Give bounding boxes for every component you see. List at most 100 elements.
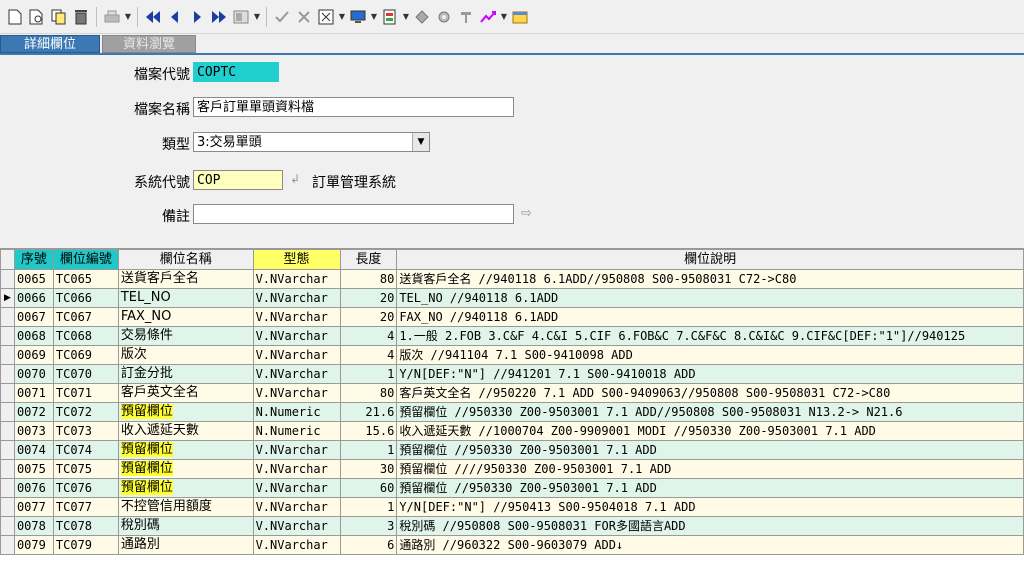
- cell-description[interactable]: 送貨客戶全名 //940118 6.1ADD//950808 S00-95080…: [396, 269, 1024, 289]
- table-row[interactable]: 0072 TC072 預留欄位 N.Numeric 21.6 預留欄位 //950330 …: [0, 402, 1024, 422]
- cell-seq[interactable]: 0074: [13, 440, 54, 460]
- cell-field-name[interactable]: 通路別: [117, 535, 254, 555]
- cell-seq[interactable]: 0079: [13, 535, 54, 555]
- cell-description[interactable]: 預留欄位 //950330 Z00-9503001 7.1 ADD: [396, 478, 1024, 498]
- table-row[interactable]: 0078 TC078 稅別碼 V.NVarchar 3 稅別碼 //950808 S00-…: [0, 516, 1024, 536]
- cell-type[interactable]: V.NVarchar: [252, 383, 341, 403]
- cell-type[interactable]: V.NVarchar: [252, 288, 341, 308]
- cell-description[interactable]: 預留欄位 //950330 Z00-9503001 7.1 ADD: [396, 440, 1024, 460]
- cell-field-name[interactable]: 預留欄位: [117, 478, 254, 498]
- cell-length[interactable]: 4: [339, 345, 398, 365]
- cell-field-no[interactable]: TC072: [52, 402, 119, 422]
- cell-field-name[interactable]: 訂金分批: [117, 364, 254, 384]
- table-row[interactable]: 0071 TC071 客戶英文全名 V.NVarchar 80 客戶英文全名 //9502…: [0, 383, 1024, 403]
- cell-seq[interactable]: 0066: [13, 288, 54, 308]
- cell-seq[interactable]: 0072: [13, 402, 54, 422]
- query-icon[interactable]: [315, 6, 337, 28]
- cell-field-name[interactable]: 預留欄位: [117, 459, 254, 479]
- cell-type[interactable]: N.Numeric: [252, 421, 341, 441]
- table-row[interactable]: 0073 TC073 收入遞延天數 N.Numeric 15.6 收入遞延天數 //100…: [0, 421, 1024, 441]
- cell-field-no[interactable]: TC065: [52, 269, 119, 289]
- cell-length[interactable]: 4: [339, 326, 398, 346]
- cell-field-name[interactable]: 客戶英文全名: [117, 383, 254, 403]
- next-record-icon[interactable]: [186, 6, 208, 28]
- chart-dropdown[interactable]: ▼: [499, 6, 509, 28]
- last-record-icon[interactable]: [208, 6, 230, 28]
- cell-length[interactable]: 80: [339, 383, 398, 403]
- cell-seq[interactable]: 0075: [13, 459, 54, 479]
- cell-type[interactable]: V.NVarchar: [252, 497, 341, 517]
- cell-length[interactable]: 1: [339, 440, 398, 460]
- print-icon[interactable]: [101, 6, 123, 28]
- cell-description[interactable]: 收入遞延天數 //1000704 Z00-9909001 MODI //9503…: [396, 421, 1024, 441]
- cell-field-no[interactable]: TC079: [52, 535, 119, 555]
- cell-field-name[interactable]: 版次: [117, 345, 254, 365]
- cell-description[interactable]: 版次 //941104 7.1 S00-9410098 ADD: [396, 345, 1024, 365]
- table-row[interactable]: 0069 TC069 版次 V.NVarchar 4 版次 //941104 7.1 S0…: [0, 345, 1024, 365]
- cell-description[interactable]: 通路別 //960322 S00-9603079 ADD↓: [396, 535, 1024, 555]
- cell-seq[interactable]: 0068: [13, 326, 54, 346]
- cell-field-no[interactable]: TC067: [52, 307, 119, 327]
- cell-field-name[interactable]: TEL_NO: [117, 288, 254, 308]
- cell-length[interactable]: 15.6: [339, 421, 398, 441]
- view-dropdown[interactable]: ▼: [252, 6, 262, 28]
- tools-icon[interactable]: [411, 6, 433, 28]
- header-field-name[interactable]: 欄位名稱: [117, 249, 254, 270]
- exit-icon[interactable]: [509, 6, 531, 28]
- cell-type[interactable]: V.NVarchar: [252, 516, 341, 536]
- cell-type[interactable]: V.NVarchar: [252, 364, 341, 384]
- cell-seq[interactable]: 0070: [13, 364, 54, 384]
- cell-field-no[interactable]: TC075: [52, 459, 119, 479]
- table-row[interactable]: 0070 TC070 訂金分批 V.NVarchar 1 Y/N[DEF:"N"] //9…: [0, 364, 1024, 384]
- cell-field-name[interactable]: 預留欄位: [117, 440, 254, 460]
- cell-length[interactable]: 60: [339, 478, 398, 498]
- cell-length[interactable]: 21.6: [339, 402, 398, 422]
- confirm-icon[interactable]: [271, 6, 293, 28]
- report-dropdown[interactable]: ▼: [401, 6, 411, 28]
- cell-description[interactable]: TEL_NO //940118 6.1ADD: [396, 288, 1024, 308]
- cell-type[interactable]: V.NVarchar: [252, 535, 341, 555]
- table-row[interactable]: 0076 TC076 預留欄位 V.NVarchar 60 預留欄位 //950330 Z…: [0, 478, 1024, 498]
- table-row[interactable]: 0074 TC074 預留欄位 V.NVarchar 1 預留欄位 //950330 Z0…: [0, 440, 1024, 460]
- chart-icon[interactable]: [477, 6, 499, 28]
- cell-length[interactable]: 3: [339, 516, 398, 536]
- cell-type[interactable]: V.NVarchar: [252, 307, 341, 327]
- system-code-field[interactable]: COP: [193, 170, 283, 190]
- cell-description[interactable]: 稅別碼 //950808 S00-9508031 FOR多國語言ADD: [396, 516, 1024, 536]
- cell-field-name[interactable]: FAX_NO: [117, 307, 254, 327]
- cell-field-name[interactable]: 預留欄位: [117, 402, 254, 422]
- prev-record-icon[interactable]: [164, 6, 186, 28]
- cell-field-no[interactable]: TC073: [52, 421, 119, 441]
- cell-length[interactable]: 6: [339, 535, 398, 555]
- table-row[interactable]: ▶ 0066 TC066 TEL_NO V.NVarchar 20 TEL_NO //940…: [0, 288, 1024, 308]
- tab-data-browse[interactable]: 資料瀏覽: [102, 35, 196, 53]
- delete-icon[interactable]: [70, 6, 92, 28]
- cell-type[interactable]: N.Numeric: [252, 402, 341, 422]
- cell-description[interactable]: 客戶英文全名 //950220 7.1 ADD S00-9409063//950…: [396, 383, 1024, 403]
- cell-field-no[interactable]: TC078: [52, 516, 119, 536]
- cell-field-no[interactable]: TC070: [52, 364, 119, 384]
- cell-seq[interactable]: 0069: [13, 345, 54, 365]
- tab-detail-fields[interactable]: 詳細欄位: [0, 35, 100, 53]
- cell-description[interactable]: 預留欄位 //950330 Z00-9503001 7.1 ADD//95080…: [396, 402, 1024, 422]
- type-select[interactable]: 3:交易單頭 ▼: [193, 132, 430, 152]
- cell-seq[interactable]: 0073: [13, 421, 54, 441]
- cell-type[interactable]: V.NVarchar: [252, 269, 341, 289]
- cell-type[interactable]: V.NVarchar: [252, 440, 341, 460]
- first-record-icon[interactable]: [142, 6, 164, 28]
- cell-field-no[interactable]: TC068: [52, 326, 119, 346]
- cell-field-no[interactable]: TC066: [52, 288, 119, 308]
- cell-field-name[interactable]: 收入遞延天數: [117, 421, 254, 441]
- header-type[interactable]: 型態: [252, 249, 341, 270]
- cell-length[interactable]: 20: [339, 288, 398, 308]
- cell-seq[interactable]: 0077: [13, 497, 54, 517]
- cell-field-name[interactable]: 不控管信用額度: [117, 497, 254, 517]
- table-row[interactable]: 0075 TC075 預留欄位 V.NVarchar 30 預留欄位 ////950330…: [0, 459, 1024, 479]
- header-length[interactable]: 長度: [339, 249, 398, 270]
- hammer-icon[interactable]: [455, 6, 477, 28]
- report-icon[interactable]: [379, 6, 401, 28]
- cell-type[interactable]: V.NVarchar: [252, 345, 341, 365]
- table-row[interactable]: 0068 TC068 交易條件 V.NVarchar 4 1.一般 2.FOB 3.C&F…: [0, 326, 1024, 346]
- cell-field-name[interactable]: 送貨客戶全名: [117, 269, 254, 289]
- preview-icon[interactable]: [26, 6, 48, 28]
